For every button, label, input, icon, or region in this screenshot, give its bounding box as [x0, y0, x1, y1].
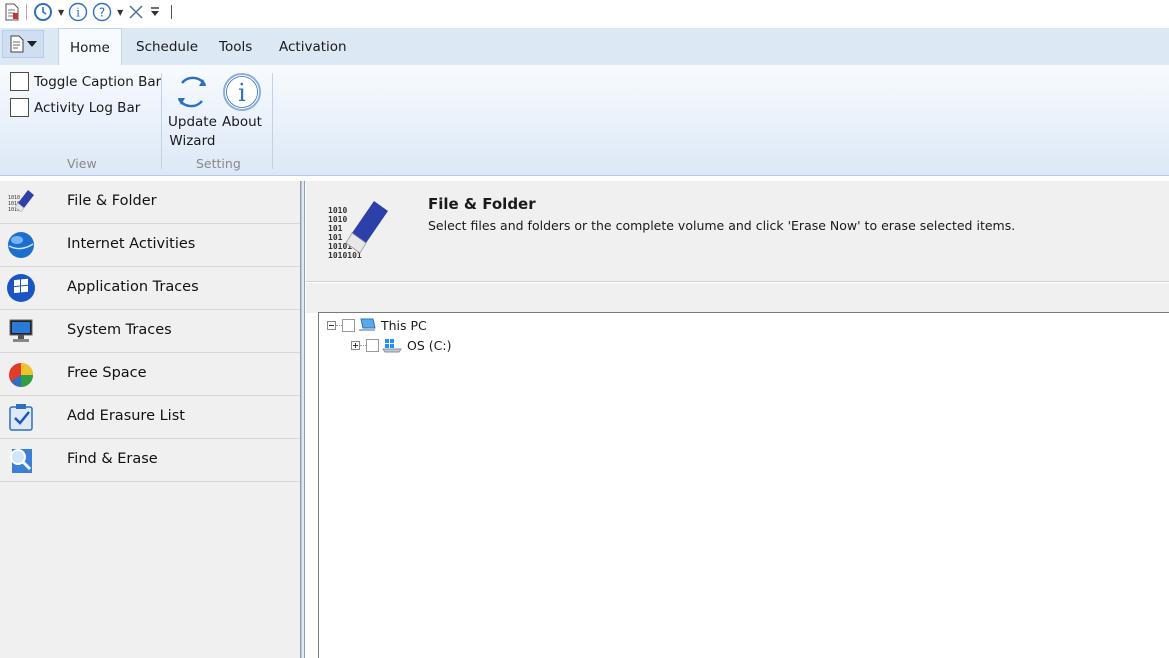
tree-checkbox[interactable] — [342, 318, 355, 332]
page-description: Select files and folders or the complete… — [428, 218, 1016, 233]
ribbon-tab-bar: Home Schedule Tools Activation — [0, 28, 1169, 67]
refresh-icon — [178, 76, 207, 108]
eraser-icon: 1010 1010 1010 — [8, 190, 34, 213]
tree-node-this-pc[interactable]: This PC — [327, 317, 427, 333]
header-divider-band — [306, 283, 1169, 313]
toggle-caption-bar-label: Toggle Caption Bar — [34, 73, 162, 90]
monitor-icon — [9, 319, 33, 342]
help-icon[interactable]: ? — [92, 2, 112, 22]
collapse-toggle[interactable] — [327, 320, 336, 330]
group-separator — [272, 73, 273, 169]
application-menu-icon — [10, 35, 24, 53]
checkbox-box[interactable] — [10, 72, 29, 91]
computer-icon — [359, 318, 376, 331]
nav-item-internet-activities[interactable]: Internet Activities — [0, 224, 300, 267]
file-tree-view[interactable]: This PC OS (C:) — [318, 312, 1169, 658]
group-separator — [161, 73, 162, 169]
nav-item-label: Free Space — [67, 365, 147, 381]
about-label: About — [222, 114, 262, 130]
update-wizard-button[interactable]: Update Wizard — [168, 71, 217, 151]
about-button[interactable]: i About — [222, 71, 262, 132]
close-icon[interactable] — [127, 2, 145, 22]
update-wizard-label-2: Wizard — [169, 133, 216, 149]
drive-icon — [382, 339, 402, 353]
info-icon: i — [223, 73, 261, 111]
svg-text:i: i — [76, 6, 80, 20]
expand-toggle[interactable] — [351, 340, 360, 350]
update-wizard-label-1: Update — [168, 114, 217, 130]
tree-checkbox[interactable] — [366, 338, 379, 352]
document-icon[interactable] — [4, 2, 20, 22]
activity-log-bar-checkbox[interactable]: Activity Log Bar — [10, 98, 140, 117]
tree-node-os-c[interactable]: OS (C:) — [351, 337, 451, 353]
svg-text:1010101: 1010101 — [328, 251, 362, 260]
tree-node-label: This PC — [381, 317, 427, 333]
tree-node-label: OS (C:) — [407, 337, 452, 353]
application-menu-button[interactable] — [2, 30, 44, 58]
svg-text:1010: 1010 — [328, 206, 347, 215]
svg-text:i: i — [238, 79, 246, 107]
clipboard-check-icon — [9, 404, 33, 431]
nav-item-label: System Traces — [67, 322, 172, 338]
svg-text:?: ? — [99, 6, 105, 20]
pie-chart-icon — [9, 363, 33, 387]
nav-item-find-erase[interactable]: Find & Erase — [0, 439, 300, 482]
nav-item-label: File & Folder — [67, 193, 157, 209]
info-icon[interactable]: i — [68, 2, 88, 22]
nav-item-system-traces[interactable]: System Traces — [0, 310, 300, 353]
clock-icon[interactable] — [33, 2, 53, 22]
left-navigation-panel: 1010 1010 1010 File & Folder Internet Ac… — [0, 181, 301, 658]
clock-dropdown-icon[interactable]: ▼ — [58, 8, 64, 17]
windows-icon — [7, 274, 35, 302]
customize-icon[interactable] — [149, 2, 161, 22]
tab-schedule[interactable]: Schedule — [136, 28, 198, 66]
nav-item-label: Application Traces — [67, 279, 199, 295]
magnifier-icon — [10, 449, 32, 473]
svg-text:101: 101 — [328, 233, 343, 242]
svg-text:101: 101 — [328, 224, 343, 233]
nav-item-file-folder[interactable]: 1010 1010 1010 File & Folder — [0, 181, 300, 224]
toggle-caption-bar-checkbox[interactable]: Toggle Caption Bar — [10, 72, 161, 91]
chevron-down-icon — [27, 41, 37, 47]
nav-item-add-erasure-list[interactable]: Add Erasure List — [0, 396, 300, 439]
ribbon-panel: Toggle Caption Bar Activity Log Bar View… — [0, 65, 1169, 176]
toolbar-end-marker — [171, 5, 173, 19]
nav-item-free-space[interactable]: Free Space — [0, 353, 300, 396]
quick-access-toolbar: ▼ i ? ▼ — [0, 0, 1169, 24]
tab-activation[interactable]: Activation — [279, 28, 347, 66]
content-header: 1010 1010 101 101 1010101 1010101 File &… — [306, 181, 1169, 282]
eraser-icon: 1010 1010 101 101 1010101 1010101 — [328, 201, 388, 260]
checkbox-box[interactable] — [10, 98, 29, 117]
panel-splitter[interactable] — [301, 181, 305, 658]
toolbar-separator — [26, 4, 27, 20]
globe-icon — [8, 232, 34, 258]
tab-home[interactable]: Home — [58, 28, 122, 67]
nav-item-label: Find & Erase — [67, 451, 158, 467]
svg-text:1010: 1010 — [328, 215, 347, 224]
help-dropdown-icon[interactable]: ▼ — [117, 8, 123, 17]
page-title: File & Folder — [428, 195, 536, 213]
activity-log-bar-label: Activity Log Bar — [34, 99, 141, 116]
setting-group-label: Setting — [196, 156, 241, 171]
nav-item-label: Add Erasure List — [67, 408, 185, 424]
nav-item-label: Internet Activities — [67, 236, 196, 252]
tab-tools[interactable]: Tools — [219, 28, 252, 66]
view-group-label: View — [67, 156, 97, 171]
nav-item-application-traces[interactable]: Application Traces — [0, 267, 300, 310]
